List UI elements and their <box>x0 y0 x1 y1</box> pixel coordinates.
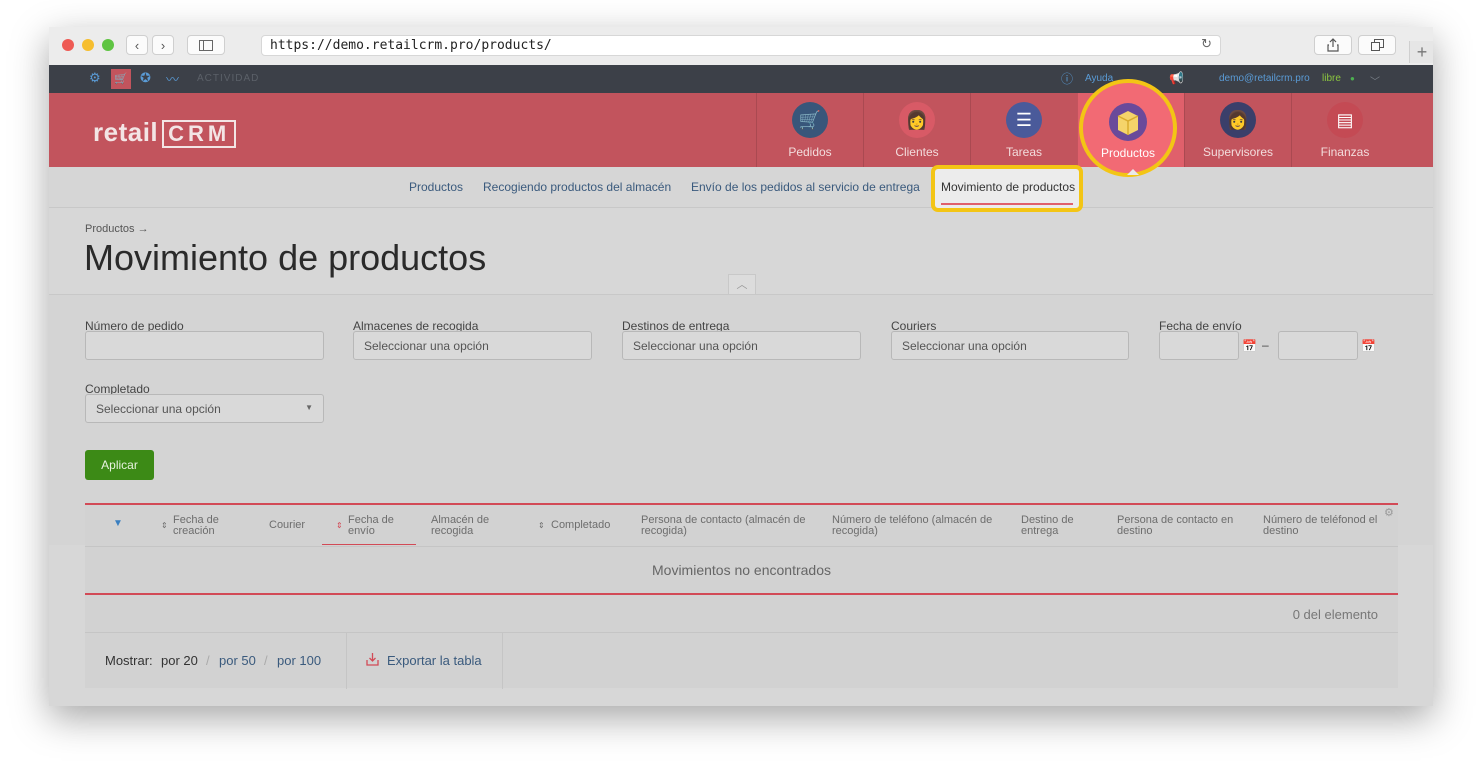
forward-button[interactable]: › <box>152 35 174 55</box>
subnav-envio[interactable]: Envío de los pedidos al servicio de entr… <box>691 180 920 194</box>
order-number-input[interactable] <box>85 331 324 360</box>
share-button[interactable] <box>1314 35 1352 55</box>
show-label: Mostrar: <box>105 653 153 668</box>
apply-button[interactable]: Aplicar <box>85 450 154 480</box>
nav-item-finanzas[interactable]: ▤ Finanzas <box>1291 93 1398 167</box>
column-contacto-destino[interactable]: Persona de contacto en destino <box>1117 515 1237 537</box>
page-title: Movimiento de productos <box>84 237 487 278</box>
box-icon <box>1109 103 1147 141</box>
delivery-destinations-select[interactable]: Seleccionar una opción <box>622 331 861 360</box>
announcements-icon[interactable]: 📢 <box>1169 71 1184 85</box>
settings-gear-icon[interactable]: ⚙ <box>89 70 101 86</box>
breadcrumb[interactable]: Productos → <box>85 223 149 235</box>
subnav-recogiendo[interactable]: Recogiendo productos del almacén <box>483 180 671 194</box>
finance-icon: ▤ <box>1327 102 1363 138</box>
active-pointer <box>1127 169 1139 175</box>
column-almacen-recogida[interactable]: Almacén de recogida <box>431 515 511 537</box>
tabs-overview-button[interactable] <box>1358 35 1396 55</box>
supervisor-avatar-icon: 👩 <box>1220 102 1256 138</box>
shipping-date-to-input[interactable] <box>1278 331 1358 360</box>
share-icon <box>1327 38 1339 52</box>
help-icon: ⓘ <box>1061 72 1074 86</box>
shop-cart-icon[interactable]: 🛒 <box>111 69 131 89</box>
activity-link[interactable]: ACTIVIDAD <box>197 73 259 84</box>
per-page-100[interactable]: por 100 <box>277 653 321 668</box>
user-plan: libre <box>1322 73 1341 84</box>
completed-select[interactable]: Seleccionar una opción ▼ <box>85 394 324 423</box>
nav-item-productos[interactable]: Productos <box>1079 79 1177 177</box>
pickup-warehouses-select[interactable]: Seleccionar una opción <box>353 331 592 360</box>
column-contacto-recogida[interactable]: Persona de contacto (almacén de recogida… <box>641 515 806 537</box>
items-count: 0 del elemento <box>1292 607 1378 622</box>
separator: / <box>206 653 210 668</box>
reload-icon[interactable]: ↻ <box>1201 37 1212 52</box>
main-header: retail CRM 🛒 Pedidos 👩 Clientes ☰ Tareas … <box>49 93 1433 167</box>
tasks-chat-icon: ☰ <box>1006 102 1042 138</box>
browser-toolbar: ‹ › https://demo.retailcrm.pro/products/… <box>49 27 1433 66</box>
retailcrm-logo[interactable]: retail CRM <box>93 117 237 148</box>
top-utility-bar: ⚙ 🛒 ✪ 〰 ACTIVIDAD ⓘ Ayuda 📢 demo@retailc… <box>49 65 1433 93</box>
column-completado[interactable]: Completado <box>551 520 610 531</box>
column-fecha-creacion[interactable]: Fecha de creación <box>173 515 243 537</box>
close-window-button[interactable] <box>62 39 74 51</box>
nav-item-clientes[interactable]: 👩 Clientes <box>863 93 970 167</box>
sort-icon: ⇕ <box>538 521 545 530</box>
url-text: https://demo.retailcrm.pro/products/ <box>270 38 552 53</box>
integrations-icon[interactable]: ✪ <box>140 70 151 86</box>
export-table-link[interactable]: Exportar la tabla <box>387 653 482 668</box>
sidebar-toggle-button[interactable] <box>187 35 225 55</box>
per-page-20[interactable]: por 20 <box>161 653 198 668</box>
table-footer: Mostrar: por 20 / por 50 / por 100 Expor… <box>85 632 1398 689</box>
date-range-separator: – <box>1262 338 1269 352</box>
sort-icon: ⇕ <box>161 521 168 530</box>
calendar-to-icon[interactable]: 📅 <box>1361 339 1376 353</box>
collapse-filters-button[interactable]: ︿ <box>728 274 756 294</box>
subnav-movimiento-active[interactable]: Movimiento de productos <box>931 165 1083 212</box>
cart-icon: 🛒 <box>792 102 828 138</box>
sidebar-icon <box>199 39 213 51</box>
column-courier[interactable]: Courier <box>269 520 305 531</box>
page-content: Productos → Movimiento de productos ︿ Nú… <box>49 208 1433 706</box>
sub-navigation: Productos Recogiendo productos del almac… <box>49 167 1433 208</box>
address-bar[interactable]: https://demo.retailcrm.pro/products/ ↻ <box>261 35 1221 56</box>
back-button[interactable]: ‹ <box>126 35 148 55</box>
footer-divider <box>502 633 503 689</box>
sorted-column-underline <box>322 544 416 545</box>
column-settings-caret-icon[interactable]: ▼ <box>113 518 123 529</box>
couriers-select[interactable]: Seleccionar una opción <box>891 331 1129 360</box>
per-page-50[interactable]: por 50 <box>219 653 256 668</box>
empty-table-message: Movimientos no encontrados <box>85 546 1398 595</box>
active-underline <box>941 203 1073 205</box>
browser-window: ‹ › https://demo.retailcrm.pro/products/… <box>49 27 1433 706</box>
column-fecha-envio[interactable]: Fecha de envío <box>348 515 408 537</box>
chevron-down-icon[interactable]: ﹀ <box>1370 73 1380 88</box>
minimize-window-button[interactable] <box>82 39 94 51</box>
export-icon <box>366 652 379 669</box>
sort-active-icon: ⇕ <box>336 521 343 530</box>
column-telefono-destino[interactable]: Número de teléfonod el destino <box>1263 515 1378 537</box>
analytics-icon[interactable]: 〰 <box>166 69 179 88</box>
table-settings-gear-icon[interactable]: ⚙ <box>1384 508 1394 519</box>
nav-item-tareas[interactable]: ☰ Tareas <box>970 93 1077 167</box>
customer-avatar-icon: 👩 <box>899 102 935 138</box>
nav-item-pedidos[interactable]: 🛒 Pedidos <box>756 93 863 167</box>
nav-item-supervisores[interactable]: 👩 Supervisores <box>1184 93 1291 167</box>
user-email[interactable]: demo@retailcrm.pro <box>1219 73 1310 84</box>
caret-down-icon: ▼ <box>305 403 313 412</box>
column-telefono-recogida[interactable]: Número de teléfono (almacén de recogida) <box>832 515 997 537</box>
online-status-icon: ● <box>1350 74 1355 83</box>
footer-divider <box>346 633 347 689</box>
movements-table: ▼ ⇕ Fecha de creación Courier ⇕ Fecha de… <box>85 503 1398 689</box>
zoom-window-button[interactable] <box>102 39 114 51</box>
shipping-date-from-input[interactable] <box>1159 331 1239 360</box>
calendar-from-icon[interactable]: 📅 <box>1242 339 1257 353</box>
column-destino-entrega[interactable]: Destino de entrega <box>1021 515 1091 537</box>
subnav-productos[interactable]: Productos <box>409 180 463 194</box>
tabs-icon <box>1370 39 1384 51</box>
new-tab-button[interactable]: + <box>1409 41 1433 63</box>
separator: / <box>264 653 268 668</box>
